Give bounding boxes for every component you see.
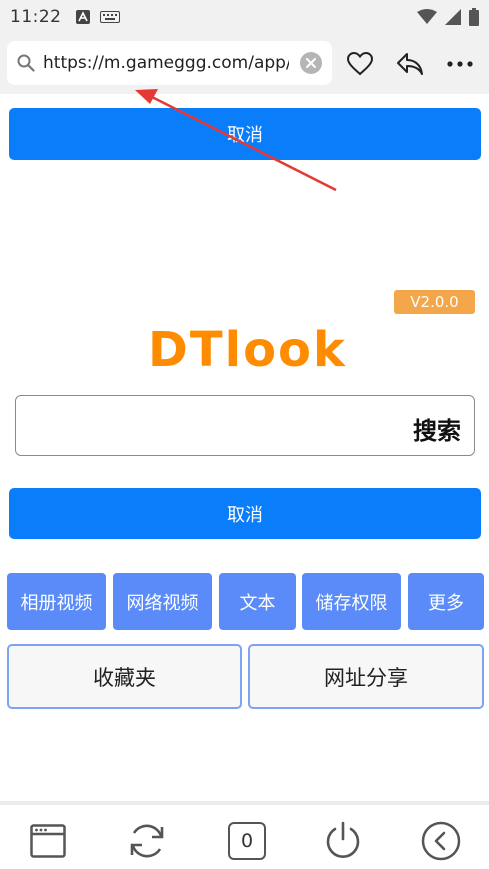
- bottom-navigation: 0: [0, 801, 489, 869]
- signal-icon: [445, 9, 461, 25]
- url-text[interactable]: https://m.gameggg.com/app/: [43, 53, 289, 73]
- search-icon: [17, 54, 35, 72]
- status-bar: 11:22: [0, 0, 489, 34]
- refresh-icon[interactable]: [127, 821, 167, 861]
- app-notification-icon: [75, 10, 90, 24]
- system-icons: [417, 8, 479, 26]
- share-url-button[interactable]: 网址分享: [248, 644, 484, 709]
- heart-icon[interactable]: [346, 50, 374, 78]
- chip-web-video[interactable]: 网络视频: [113, 573, 212, 630]
- battery-icon: [469, 8, 479, 26]
- url-field[interactable]: https://m.gameggg.com/app/: [7, 41, 332, 85]
- status-time: 11:22: [10, 7, 62, 27]
- chip-storage-permission[interactable]: 储存权限: [302, 573, 401, 630]
- favorites-button[interactable]: 收藏夹: [7, 644, 242, 709]
- chip-album-video[interactable]: 相册视频: [7, 573, 106, 630]
- chip-more[interactable]: 更多: [408, 573, 484, 630]
- browser-toolbar: https://m.gameggg.com/app/: [0, 34, 489, 94]
- app-logo: DTlook: [148, 322, 347, 378]
- back-icon[interactable]: [421, 821, 461, 861]
- tab-count: 0: [228, 822, 266, 860]
- share-icon[interactable]: [396, 50, 424, 78]
- tabs-icon[interactable]: 0: [227, 821, 267, 861]
- keyboard-icon: [99, 11, 120, 23]
- search-button[interactable]: 搜索: [413, 411, 461, 446]
- wifi-icon: [417, 9, 437, 24]
- power-icon[interactable]: [323, 821, 363, 861]
- more-icon[interactable]: [446, 50, 474, 78]
- chip-text[interactable]: 文本: [219, 573, 296, 630]
- search-input[interactable]: 搜索: [15, 395, 475, 456]
- version-badge: V2.0.0: [394, 290, 475, 314]
- window-icon[interactable]: [28, 821, 68, 861]
- cancel-button[interactable]: 取消: [9, 488, 481, 539]
- top-cancel-button[interactable]: 取消: [9, 108, 481, 160]
- clear-icon[interactable]: [300, 52, 322, 74]
- notification-icons: [75, 10, 120, 24]
